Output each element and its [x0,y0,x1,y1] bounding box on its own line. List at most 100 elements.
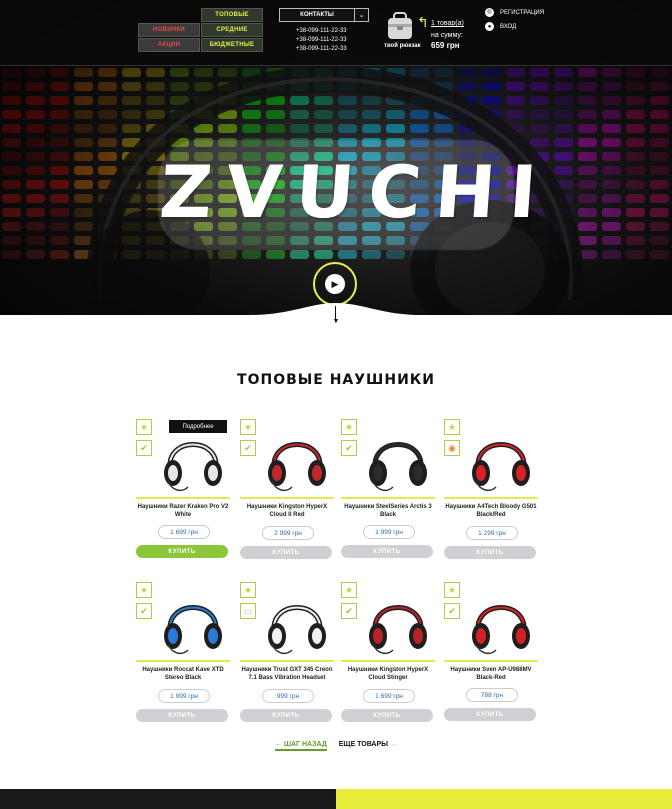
buy-button[interactable]: КУПИТЬ [136,709,228,722]
product-price: 1 299 грн [466,526,518,540]
product-name[interactable]: Наушники Sven AP-U988MV Black-Red [444,666,538,682]
star-icon[interactable]: ★ [136,419,152,435]
site-header: Топовые Новинки Средние Акции Бюджетные … [0,0,672,66]
product-name[interactable]: Наушники Kingston HyperX Cloud II Red [240,503,334,519]
product-card[interactable]: ★ ▭ Наушники Trust GXT 345 Creon 7.1 Bass … [240,582,334,724]
product-card[interactable]: ★ ◉ Наушники A4Tech Bloody G501 Black/Red 1… [444,419,538,561]
register-link[interactable]: ® РЕГИСТРАЦИЯ [485,8,544,17]
buy-button[interactable]: КУПИТЬ [341,709,433,722]
check-icon[interactable]: ✔ [240,440,256,456]
product-price: 999 грн [262,689,314,703]
product-card[interactable]: ★ ✔ Подробнее Наушники Razer Kraken Pro V2 … [136,419,230,561]
arrow-right-icon: → [389,741,397,748]
cart-arrow-icon: ↰ [417,14,429,30]
details-tag[interactable]: Подробнее [169,420,227,433]
card-divider [444,497,538,499]
play-icon[interactable]: ▶ [325,274,345,294]
contacts-dropdown[interactable]: КОНТАКТЫ ⌄ [279,8,369,22]
headphones-image[interactable] [466,586,536,658]
user-plus-icon: ® [485,8,494,17]
cart-sum: 659 грн [431,41,460,50]
headphones-image[interactable] [363,586,433,658]
menu-item-mid[interactable]: Средние [201,23,263,37]
buy-button[interactable]: КУПИТЬ [444,708,536,721]
check-icon[interactable]: ✔ [444,603,460,619]
buy-button[interactable]: КУПИТЬ [444,546,536,559]
scroll-down-icon[interactable]: ▼ [332,318,340,326]
buy-button[interactable]: КУПИТЬ [341,545,433,558]
headphones-image[interactable] [158,586,228,658]
product-card[interactable]: ★ ✔ Наушники SteelSeries Arctis 3 Black 1 9… [341,419,435,561]
cart-label[interactable]: твой рюкзак [384,43,421,49]
product-price: 2 999 грн [262,526,314,540]
headphones-image[interactable] [363,423,433,495]
backpack-icon[interactable] [385,12,415,40]
menu-item-top[interactable]: Топовые [201,8,263,22]
product-price: 1 699 грн [158,525,210,539]
card-divider [341,660,435,662]
product-card[interactable]: ★ ✔ Наушники Roccat Kave XTD Stereo Black 1… [136,582,230,724]
login-label: ВХОД [500,23,517,30]
product-name[interactable]: Наушники Razer Kraken Pro V2 White [136,503,230,519]
product-card[interactable]: ★ ✔ Наушники Kingston HyperX Cloud II Red 2… [240,419,334,561]
cart-count[interactable]: 1 товар(а) [431,20,464,27]
card-divider [240,497,334,499]
card-divider [444,660,538,662]
back-link[interactable]: ← ШАГ НАЗАД [275,741,327,751]
cart-sum-label: на сумму: [431,32,463,39]
product-card[interactable]: ★ ✔ Наушники Kingston HyperX Cloud Stinger… [341,582,435,724]
product-card[interactable]: ★ ✔ Наушники Sven AP-U988MV Black-Red 788 г… [444,582,538,724]
check-icon[interactable]: ✔ [341,603,357,619]
star-icon[interactable]: ★ [240,419,256,435]
phone-number[interactable]: +38-099-111-22-33 [296,37,347,43]
star-icon[interactable]: ★ [240,582,256,598]
product-price: 1 999 грн [363,525,415,539]
star-icon[interactable]: ★ [341,419,357,435]
buy-button[interactable]: КУПИТЬ [136,545,228,558]
card-divider [136,660,230,662]
product-name[interactable]: Наушники SteelSeries Arctis 3 Black [341,503,435,519]
card-divider [240,660,334,662]
headphones-image[interactable] [262,423,332,495]
buy-button[interactable]: КУПИТЬ [240,546,332,559]
more-products-link[interactable]: ЕЩЕ ТОВАРЫ → [339,741,397,751]
product-price: 1 999 грн [158,689,210,703]
headphones-image[interactable] [262,586,332,658]
blank-icon[interactable]: ▭ [240,603,256,619]
star-icon[interactable]: ★ [444,582,460,598]
more-products-label: ЕЩЕ ТОВАРЫ [338,741,389,748]
login-link[interactable]: ● ВХОД [485,22,516,31]
phone-number[interactable]: +38-099-111-22-33 [296,46,347,52]
star-icon[interactable]: ★ [341,582,357,598]
star-icon[interactable]: ★ [136,582,152,598]
check-icon[interactable]: ✔ [341,440,357,456]
check-icon[interactable]: ✔ [136,603,152,619]
check-icon[interactable]: ✔ [136,440,152,456]
buy-button[interactable]: КУПИТЬ [240,709,332,722]
headphones-image[interactable] [466,423,536,495]
footer-yellow-block [336,789,672,809]
site-logo[interactable]: ZVUCHI [157,150,553,234]
product-name[interactable]: Наушники Kingston HyperX Cloud Stinger [341,666,435,682]
menu-item-sale[interactable]: Акции [138,38,200,52]
contacts-label: КОНТАКТЫ [300,12,334,18]
product-name[interactable]: Наушники A4Tech Bloody G501 Black/Red [444,503,538,519]
menu-item-budget[interactable]: Бюджетные [201,38,263,52]
star-icon[interactable]: ★ [444,419,460,435]
menu-item-new[interactable]: Новинки [138,23,200,37]
user-icon: ● [485,22,494,31]
chevron-down-icon[interactable]: ⌄ [354,9,368,21]
register-label: РЕГИСТРАЦИЯ [500,9,545,16]
product-price: 1 699 грн [363,689,415,703]
footer-dark-block [0,789,336,809]
product-price: 788 грн [466,688,518,702]
phone-number[interactable]: +38-099-111-22-33 [296,28,347,34]
headphones-image[interactable] [158,423,228,495]
card-divider [136,497,230,499]
product-name[interactable]: Наушники Roccat Kave XTD Stereo Black [136,666,230,682]
card-divider [341,497,435,499]
section-title: ТОПОВЫЕ НАУШНИКИ [237,372,435,388]
clock-icon[interactable]: ◉ [444,440,460,456]
product-name[interactable]: Наушники Trust GXT 345 Creon 7.1 Bass Vi… [240,666,334,682]
pagination: ← ШАГ НАЗАД ЕЩЕ ТОВАРЫ → [0,741,672,751]
